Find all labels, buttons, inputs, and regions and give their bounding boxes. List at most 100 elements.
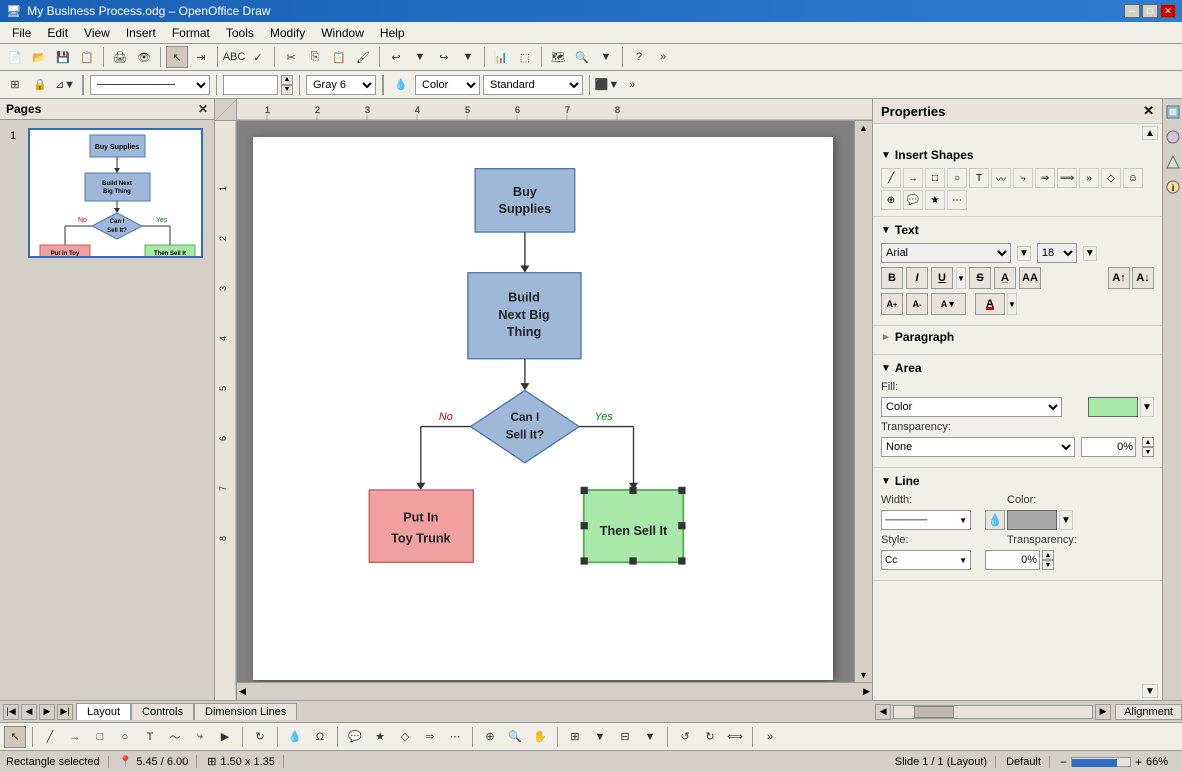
extra-tool-1[interactable] xyxy=(1164,103,1182,121)
pan-tool[interactable]: ✋ xyxy=(529,726,551,748)
open-button[interactable]: 📂 xyxy=(28,46,50,68)
paste-button[interactable]: 📋 xyxy=(328,46,350,68)
italic-button[interactable]: I xyxy=(906,267,928,289)
undo-dropdown[interactable]: ▼ xyxy=(409,46,431,68)
tab-scroll-last[interactable]: ▶| xyxy=(57,704,73,720)
font-family-select[interactable]: Arial xyxy=(881,243,1011,263)
menu-file[interactable]: File xyxy=(4,24,39,42)
increase-font-button[interactable]: A↑ xyxy=(1108,267,1130,289)
ellipse-draw-tool[interactable]: ○ xyxy=(114,726,136,748)
pages-close-button[interactable]: ✕ xyxy=(198,102,208,116)
line-color-dropdown[interactable]: ▼ xyxy=(1059,510,1073,530)
menu-tools[interactable]: Tools xyxy=(218,24,262,42)
page-thumbnail[interactable]: Buy Supplies Build Next Big Thing xyxy=(28,128,203,258)
font-shrink-button[interactable]: A- xyxy=(906,293,928,315)
text-section-header[interactable]: ▼ Text xyxy=(881,223,1154,237)
help-button[interactable]: ? xyxy=(628,46,650,68)
minimize-button[interactable]: ─ xyxy=(1124,4,1140,18)
char-spacing-button[interactable]: AA xyxy=(1019,267,1041,289)
callout-tool-bottom[interactable]: 💬 xyxy=(344,726,366,748)
canvas-area[interactable]: 1 2 3 4 5 6 7 8 1 2 xyxy=(215,99,872,700)
insert-shapes-header[interactable]: ▼ Insert Shapes xyxy=(881,148,1154,162)
maximize-button[interactable]: □ xyxy=(1142,4,1158,18)
color-mode-select[interactable]: Color xyxy=(415,75,480,95)
eyedropper-button[interactable]: 💧 xyxy=(390,74,412,96)
more-shapes-2[interactable]: ⋯ xyxy=(947,190,967,210)
paragraph-header[interactable]: ► Paragraph xyxy=(881,330,1154,344)
diamond-tool[interactable]: ◇ xyxy=(1101,168,1121,188)
eyedropper-line-button[interactable]: 💧 xyxy=(985,510,1005,530)
shadow-button[interactable]: A̲ xyxy=(994,267,1016,289)
redo-dropdown[interactable]: ▼ xyxy=(457,46,479,68)
toolbar2-more[interactable]: » xyxy=(621,74,643,96)
flowchart-tool[interactable]: ◇ xyxy=(394,726,416,748)
extra-tool-2[interactable] xyxy=(1164,128,1182,146)
rotate-right-tool[interactable]: ↻ xyxy=(699,726,721,748)
shape-more-button[interactable]: » xyxy=(1079,168,1099,188)
fill-color-swatch[interactable] xyxy=(1088,397,1138,417)
arrow-right-tool[interactable]: ⇒ xyxy=(1035,168,1055,188)
extra-tool-3[interactable] xyxy=(1164,153,1182,171)
color-name-select[interactable]: Gray 6 xyxy=(306,75,376,95)
menu-format[interactable]: Format xyxy=(164,24,218,42)
line-style-select[interactable]: ────────── xyxy=(90,75,210,95)
font-grow-button[interactable]: A+ xyxy=(881,293,903,315)
navigator-button[interactable]: 🗺 xyxy=(547,46,569,68)
snap-grid-button[interactable]: ⊞ xyxy=(4,74,26,96)
rect-draw-tool[interactable]: □ xyxy=(89,726,111,748)
text-draw-tool[interactable]: T xyxy=(139,726,161,748)
line-trans-stepper[interactable]: ▲ ▼ xyxy=(1042,550,1054,570)
color-palette-select[interactable]: Standard xyxy=(483,75,583,95)
underline-button[interactable]: U xyxy=(931,267,953,289)
smiley-tool[interactable]: ☺ xyxy=(1123,168,1143,188)
close-button[interactable]: ✕ xyxy=(1160,4,1176,18)
props-scroll-up[interactable]: ▲ xyxy=(873,124,1162,142)
connector-draw-tool[interactable]: ⤷ xyxy=(189,726,211,748)
spellcheck2-button[interactable]: ✓ xyxy=(247,46,269,68)
bottom-more-btn[interactable]: » xyxy=(759,726,781,748)
line-style-selector[interactable]: Cc ▼ xyxy=(881,550,971,570)
arrow-tool[interactable]: → xyxy=(903,168,923,188)
underline-dropdown[interactable]: ▼ xyxy=(956,267,966,289)
saveas-button[interactable]: 📋 xyxy=(76,46,98,68)
decrease-font-button[interactable]: A↓ xyxy=(1132,267,1154,289)
eyedropper-bottom[interactable]: 💧 xyxy=(284,726,306,748)
font-color-button[interactable]: A xyxy=(975,293,1005,315)
font-effects-button[interactable]: A▼ xyxy=(931,293,966,315)
3d-rotate-tool[interactable]: ↻ xyxy=(249,726,271,748)
props-scroll-down[interactable]: ▼ xyxy=(873,682,1162,700)
line-header[interactable]: ▼ Line xyxy=(881,474,1154,488)
chart-button[interactable]: 📊 xyxy=(490,46,512,68)
canvas-scroll-right[interactable]: ▶ xyxy=(1095,704,1111,720)
flip-horizontal-tool[interactable]: ⟺ xyxy=(724,726,746,748)
strikethrough-button[interactable]: S xyxy=(969,267,991,289)
position-stepper[interactable]: ▲ ▼ xyxy=(281,75,293,95)
menu-window[interactable]: Window xyxy=(313,24,372,42)
line-color-swatch[interactable] xyxy=(1007,510,1057,530)
menu-view[interactable]: View xyxy=(76,24,118,42)
format-paint-button[interactable]: 🖌 xyxy=(352,46,374,68)
taborder-button[interactable]: ⇥ xyxy=(190,46,212,68)
menu-edit[interactable]: Edit xyxy=(39,24,76,42)
ellipse-tool[interactable]: ○ xyxy=(947,168,967,188)
line-draw-tool[interactable]: ╱ xyxy=(39,726,61,748)
cut-button[interactable]: ✂ xyxy=(280,46,302,68)
arrow-end-tool[interactable]: ⟹ xyxy=(1057,168,1077,188)
more-shapes-1[interactable]: ⊕ xyxy=(881,190,901,210)
menu-modify[interactable]: Modify xyxy=(262,24,313,42)
grid-display-tool[interactable]: ⊞ xyxy=(564,726,586,748)
horizontal-scrollbar[interactable]: ◀ ▶ xyxy=(237,682,872,700)
alignment-button[interactable]: Alignment xyxy=(1115,704,1182,720)
font-color-dropdown[interactable]: ▼ xyxy=(1007,293,1017,315)
curve-tool[interactable]: 〜 xyxy=(164,726,186,748)
menu-help[interactable]: Help xyxy=(372,24,413,42)
align-dropdown[interactable]: ⊿▼ xyxy=(54,74,76,96)
snap-lines-tool[interactable]: ⊟ xyxy=(614,726,636,748)
copy-button[interactable]: ⎘ xyxy=(304,46,326,68)
position-input[interactable]: 0.00" xyxy=(223,75,278,95)
block-arrow-tool[interactable]: ⇒ xyxy=(419,726,441,748)
extra-tool-4[interactable]: i xyxy=(1164,178,1182,196)
special-char-tool[interactable]: Ω xyxy=(309,726,331,748)
fill-color-dropdown[interactable]: ▼ xyxy=(1140,397,1154,417)
vertical-scrollbar[interactable]: ▲ ▼ xyxy=(854,121,872,682)
